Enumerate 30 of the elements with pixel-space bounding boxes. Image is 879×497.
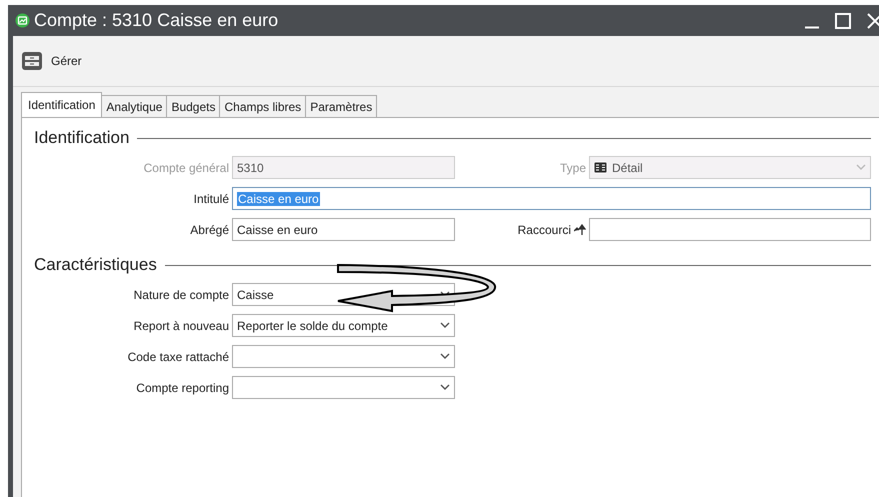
chevron-icon <box>440 384 450 391</box>
field-label: Nature de compte <box>132 288 229 302</box>
dropdown-field[interactable] <box>232 376 455 399</box>
field-label: Raccourci <box>518 222 571 236</box>
dropdown-field[interactable] <box>232 345 455 368</box>
field-label: Type <box>558 160 586 174</box>
tab[interactable]: Paramètres <box>305 95 378 117</box>
tab[interactable]: Identification <box>21 92 102 117</box>
input-field[interactable]: Caisse en euro <box>232 218 455 241</box>
chevron-icon <box>856 164 866 171</box>
field-label: Abrégé <box>189 222 229 236</box>
app-icon <box>15 13 30 28</box>
chevron-icon <box>440 353 450 360</box>
list-icon <box>594 162 607 173</box>
section-title: Caractéristiques <box>34 255 157 275</box>
close-icon[interactable] <box>867 12 879 28</box>
dropdown-field[interactable]: Reporter le solde du compte <box>232 314 455 337</box>
window-title: Compte : 5310 Caisse en euro <box>34 10 280 31</box>
chevron-icon <box>440 322 450 329</box>
manage-button[interactable]: Gérer <box>21 51 82 71</box>
field-label: Report à nouveau <box>132 318 229 332</box>
field-label: Code taxe rattaché <box>126 350 229 364</box>
field-label: Intitulé <box>192 192 229 206</box>
field-label: Compte général <box>142 160 229 174</box>
section-title: Identification <box>34 128 130 148</box>
maximize-icon[interactable] <box>835 12 851 28</box>
field-label: Compte reporting <box>135 380 229 394</box>
input-field[interactable] <box>589 218 871 241</box>
cabinet-icon <box>21 51 43 71</box>
shortcut-arrow-icon <box>574 224 586 236</box>
